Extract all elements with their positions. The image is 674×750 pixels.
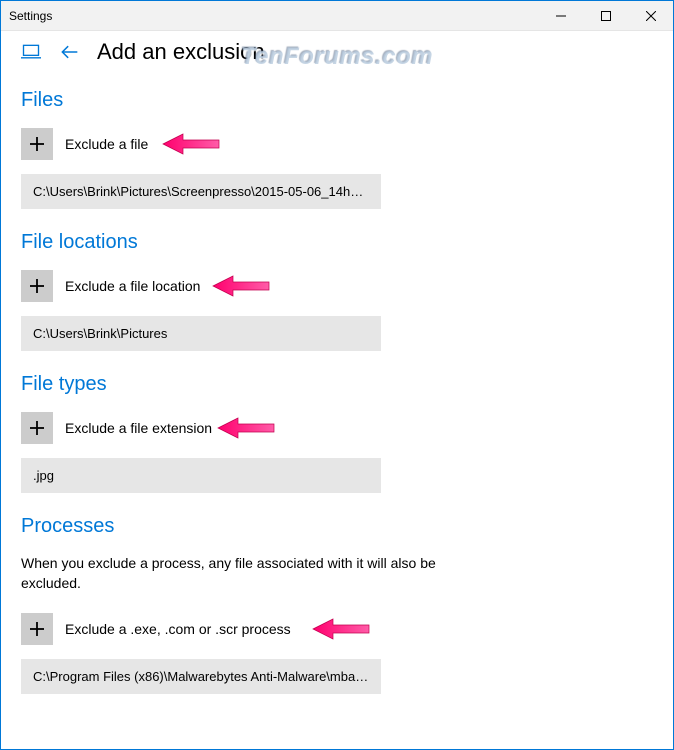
exclusion-item-type[interactable]: .jpg xyxy=(21,458,381,493)
add-location-row: Exclude a file location xyxy=(21,270,653,302)
annotation-arrow-icon xyxy=(216,414,276,442)
exclusion-item-location[interactable]: C:\Users\Brink\Pictures xyxy=(21,316,381,351)
section-title-processes: Processes xyxy=(21,515,653,538)
add-process-button[interactable] xyxy=(21,613,53,645)
section-desc-processes: When you exclude a process, any file ass… xyxy=(21,554,441,593)
back-button[interactable] xyxy=(59,42,79,62)
content-area: Files Exclude a file C:\Users\Brink\Pict… xyxy=(1,69,673,714)
section-title-locations: File locations xyxy=(21,231,653,254)
annotation-arrow-icon xyxy=(311,615,371,643)
add-file-row: Exclude a file xyxy=(21,128,653,160)
page-header: Add an exclusion xyxy=(1,31,673,69)
device-icon xyxy=(21,44,41,60)
exclusion-item-process[interactable]: C:\Program Files (x86)\Malwarebytes Anti… xyxy=(21,659,381,694)
close-button[interactable] xyxy=(628,1,673,30)
annotation-arrow-icon xyxy=(161,130,221,158)
add-location-label: Exclude a file location xyxy=(65,278,200,294)
window-title: Settings xyxy=(9,9,52,23)
annotation-arrow-icon xyxy=(211,272,271,300)
section-files: Files Exclude a file C:\Users\Brink\Pict… xyxy=(21,89,653,209)
page-title: Add an exclusion xyxy=(97,39,265,65)
minimize-button[interactable] xyxy=(538,1,583,30)
section-title-types: File types xyxy=(21,373,653,396)
add-type-label: Exclude a file extension xyxy=(65,420,212,436)
window-controls xyxy=(538,1,673,30)
add-process-row: Exclude a .exe, .com or .scr process xyxy=(21,613,653,645)
section-locations: File locations Exclude a file location C… xyxy=(21,231,653,351)
add-file-label: Exclude a file xyxy=(65,136,148,152)
add-type-row: Exclude a file extension xyxy=(21,412,653,444)
titlebar: Settings xyxy=(1,1,673,31)
section-processes: Processes When you exclude a process, an… xyxy=(21,515,653,694)
maximize-button[interactable] xyxy=(583,1,628,30)
add-file-button[interactable] xyxy=(21,128,53,160)
exclusion-item-file[interactable]: C:\Users\Brink\Pictures\Screenpresso\201… xyxy=(21,174,381,209)
section-types: File types Exclude a file extension .jpg xyxy=(21,373,653,493)
add-location-button[interactable] xyxy=(21,270,53,302)
add-type-button[interactable] xyxy=(21,412,53,444)
add-process-label: Exclude a .exe, .com or .scr process xyxy=(65,621,291,637)
section-title-files: Files xyxy=(21,89,653,112)
